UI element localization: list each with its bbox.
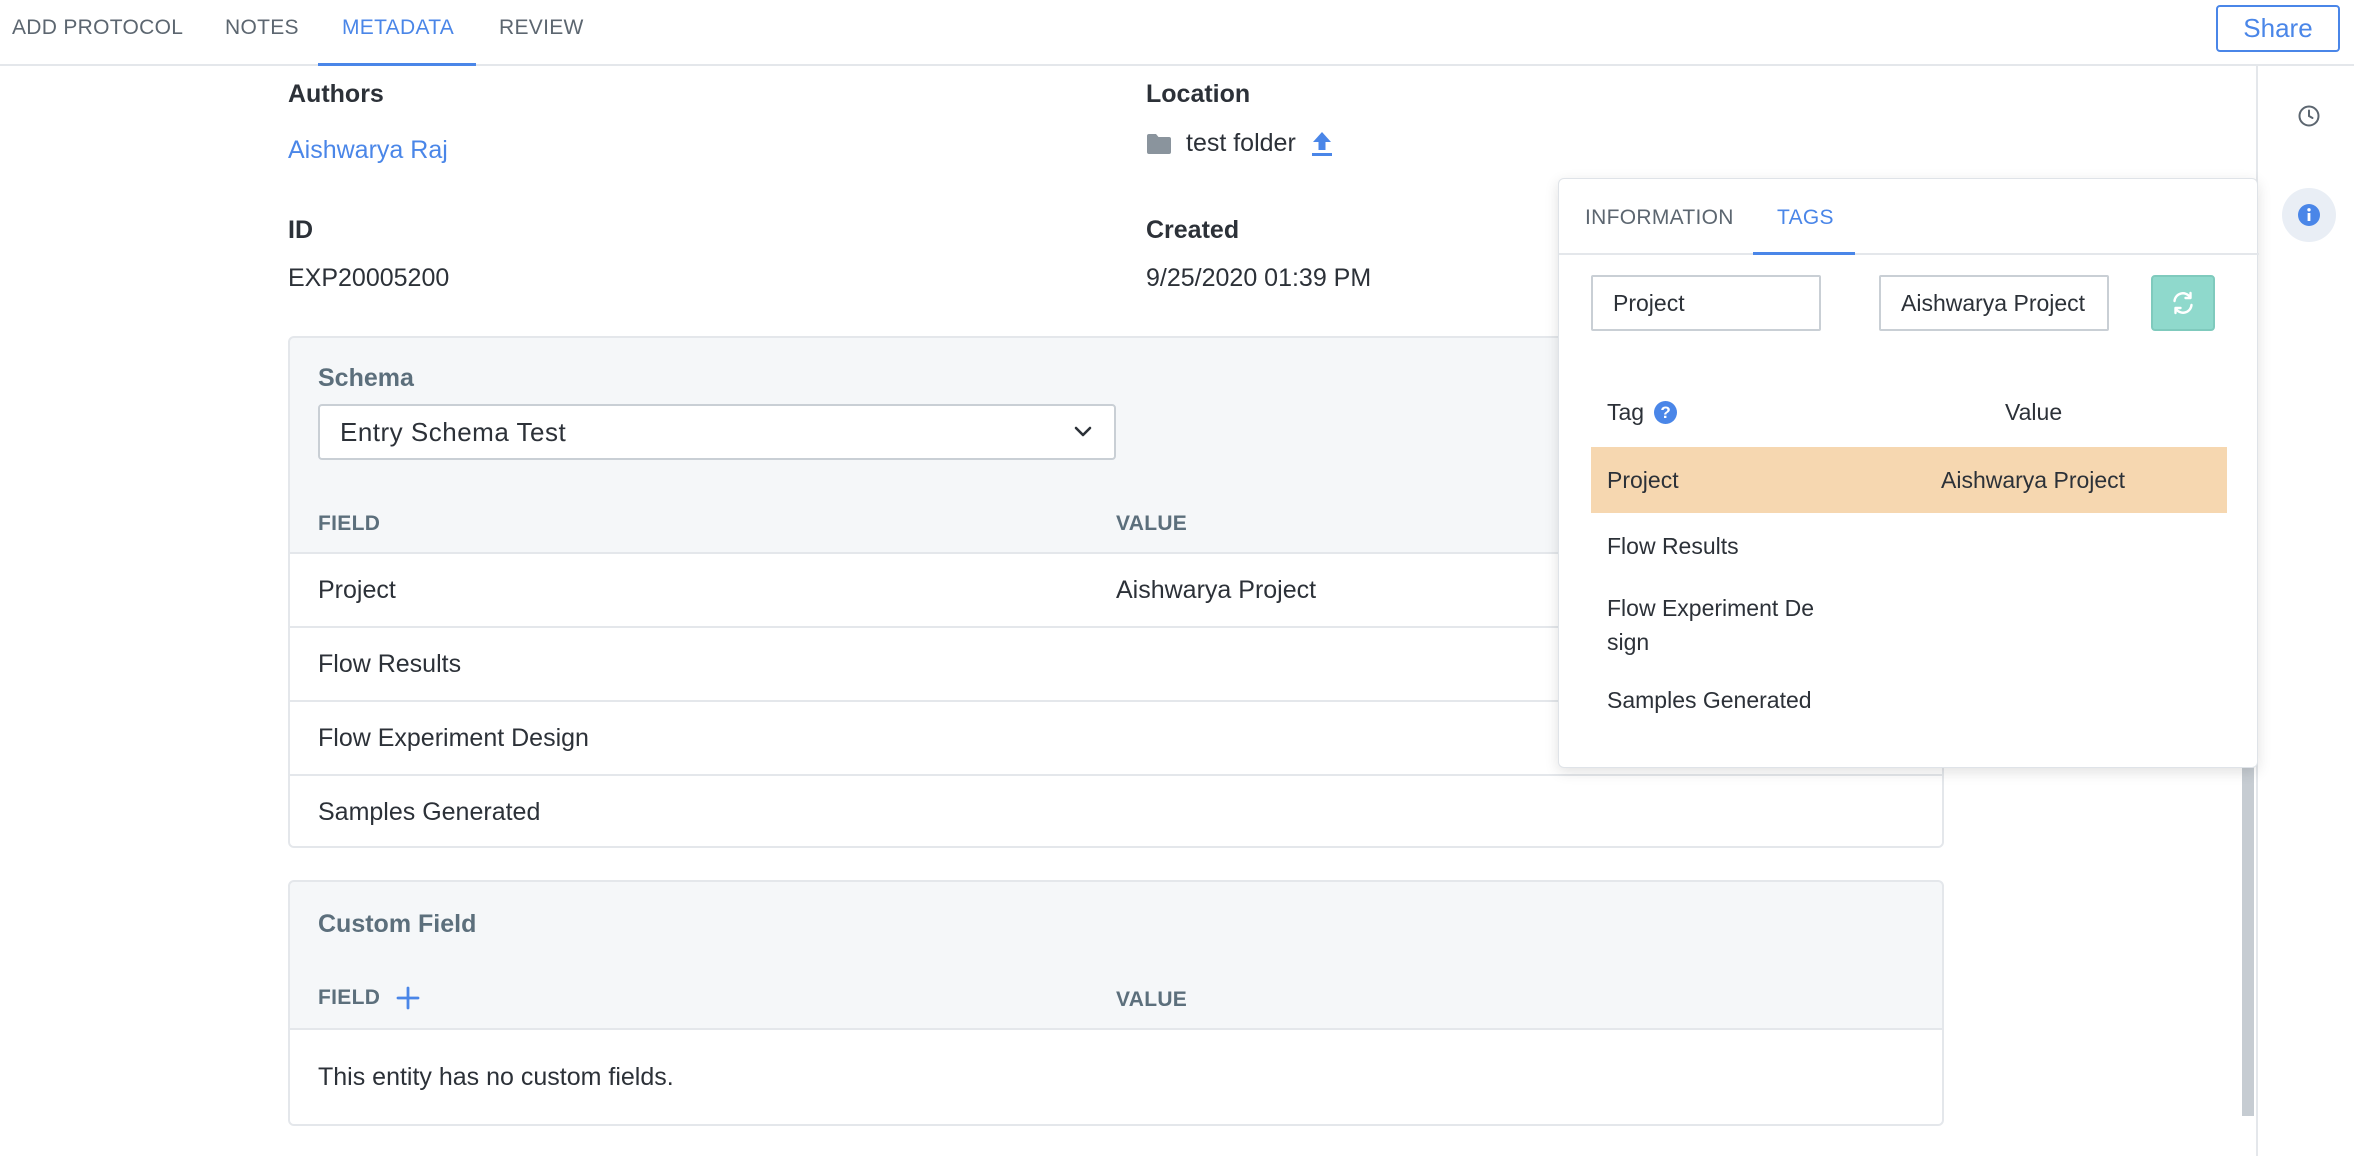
tab-add-protocol[interactable]: ADD PROTOCOL	[12, 0, 183, 66]
upload-icon[interactable]	[1310, 131, 1334, 157]
info-icon	[2298, 204, 2320, 226]
field-name: Flow Experiment Design	[318, 724, 589, 752]
tag-name: Flow Experiment De sign	[1607, 595, 1815, 655]
right-rail	[2256, 66, 2354, 1156]
tag-row[interactable]: Project Aishwarya Project	[1591, 447, 2227, 513]
tag-value-input[interactable]	[1879, 275, 2109, 331]
history-button[interactable]	[2282, 89, 2336, 143]
popover-tabs: INFORMATION TAGS	[1559, 179, 2259, 255]
location-folder-name[interactable]: test folder	[1186, 129, 1296, 158]
field-value[interactable]: Aishwarya Project	[1116, 554, 1316, 626]
tag-name: Flow Results	[1607, 533, 1739, 559]
created-value: 9/25/2020 01:39 PM	[1146, 264, 1372, 292]
tag-row[interactable]: Flow Results	[1591, 513, 2227, 579]
tab-tags[interactable]: TAGS	[1777, 179, 1834, 257]
table-row[interactable]: Samples Generated	[290, 774, 1942, 846]
custom-col-value: VALUE	[1116, 988, 1188, 1011]
active-tab-indicator	[318, 63, 476, 66]
tab-information[interactable]: INFORMATION	[1585, 179, 1734, 257]
tags-popover: INFORMATION TAGS Tag? Value Project Aish…	[1558, 178, 2259, 768]
empty-message: This entity has no custom fields.	[318, 1063, 674, 1091]
info-button[interactable]	[2282, 188, 2336, 242]
custom-rows: This entity has no custom fields.	[290, 1028, 1942, 1124]
tag-name-input[interactable]	[1591, 275, 1821, 331]
top-tab-bar: ADD PROTOCOL NOTES METADATA REVIEW Share	[0, 0, 2354, 66]
authors-label: Authors	[288, 80, 384, 108]
author-link[interactable]: Aishwarya Raj	[288, 136, 448, 165]
popover-active-tab-indicator	[1753, 252, 1855, 255]
tag-row[interactable]: Samples Generated	[1591, 667, 2227, 733]
location-label: Location	[1146, 80, 1251, 108]
tab-review[interactable]: REVIEW	[499, 0, 584, 66]
scrollbar-thumb[interactable]	[2242, 760, 2254, 1116]
custom-col-field-header: FIELD	[318, 986, 420, 1010]
tag-value: Aishwarya Project	[1941, 467, 2126, 493]
tag-col-header: Tag?	[1607, 399, 1678, 426]
tab-metadata[interactable]: METADATA	[342, 0, 454, 66]
id-label: ID	[288, 216, 313, 244]
created-label: Created	[1146, 216, 1240, 244]
field-name: Project	[318, 576, 396, 604]
schema-col-field: FIELD	[318, 512, 381, 535]
help-icon[interactable]: ?	[1654, 401, 1678, 424]
value-col-header: Value	[2005, 399, 2063, 425]
schema-col-value: VALUE	[1116, 512, 1188, 535]
tag-col-label: Tag	[1607, 399, 1645, 425]
refresh-icon	[2173, 291, 2193, 315]
field-name: Flow Results	[318, 650, 462, 678]
id-value: EXP20005200	[288, 264, 450, 292]
location-value: test folder	[1146, 129, 1334, 158]
plus-icon[interactable]	[396, 986, 420, 1010]
tag-name: Project	[1607, 467, 1679, 493]
chevron-down-icon	[1074, 426, 1092, 437]
clock-icon	[2298, 105, 2320, 127]
custom-field-card: Custom Field FIELD VALUE This entity has…	[288, 880, 1944, 1126]
schema-selected-value: Entry Schema Test	[340, 417, 567, 447]
field-name: Samples Generated	[318, 798, 541, 826]
schema-select[interactable]: Entry Schema Test	[318, 404, 1116, 460]
tag-row[interactable]: Flow Experiment De sign	[1591, 591, 2227, 661]
empty-row: This entity has no custom fields.	[290, 1028, 1942, 1124]
tab-notes[interactable]: NOTES	[225, 0, 299, 66]
custom-field-title: Custom Field	[318, 910, 477, 938]
tag-name: Samples Generated	[1607, 687, 1812, 713]
folder-icon	[1147, 133, 1171, 154]
schema-title: Schema	[318, 364, 414, 392]
custom-col-field: FIELD	[318, 986, 381, 1009]
share-button[interactable]: Share	[2216, 5, 2340, 52]
refresh-button[interactable]	[2151, 275, 2215, 331]
